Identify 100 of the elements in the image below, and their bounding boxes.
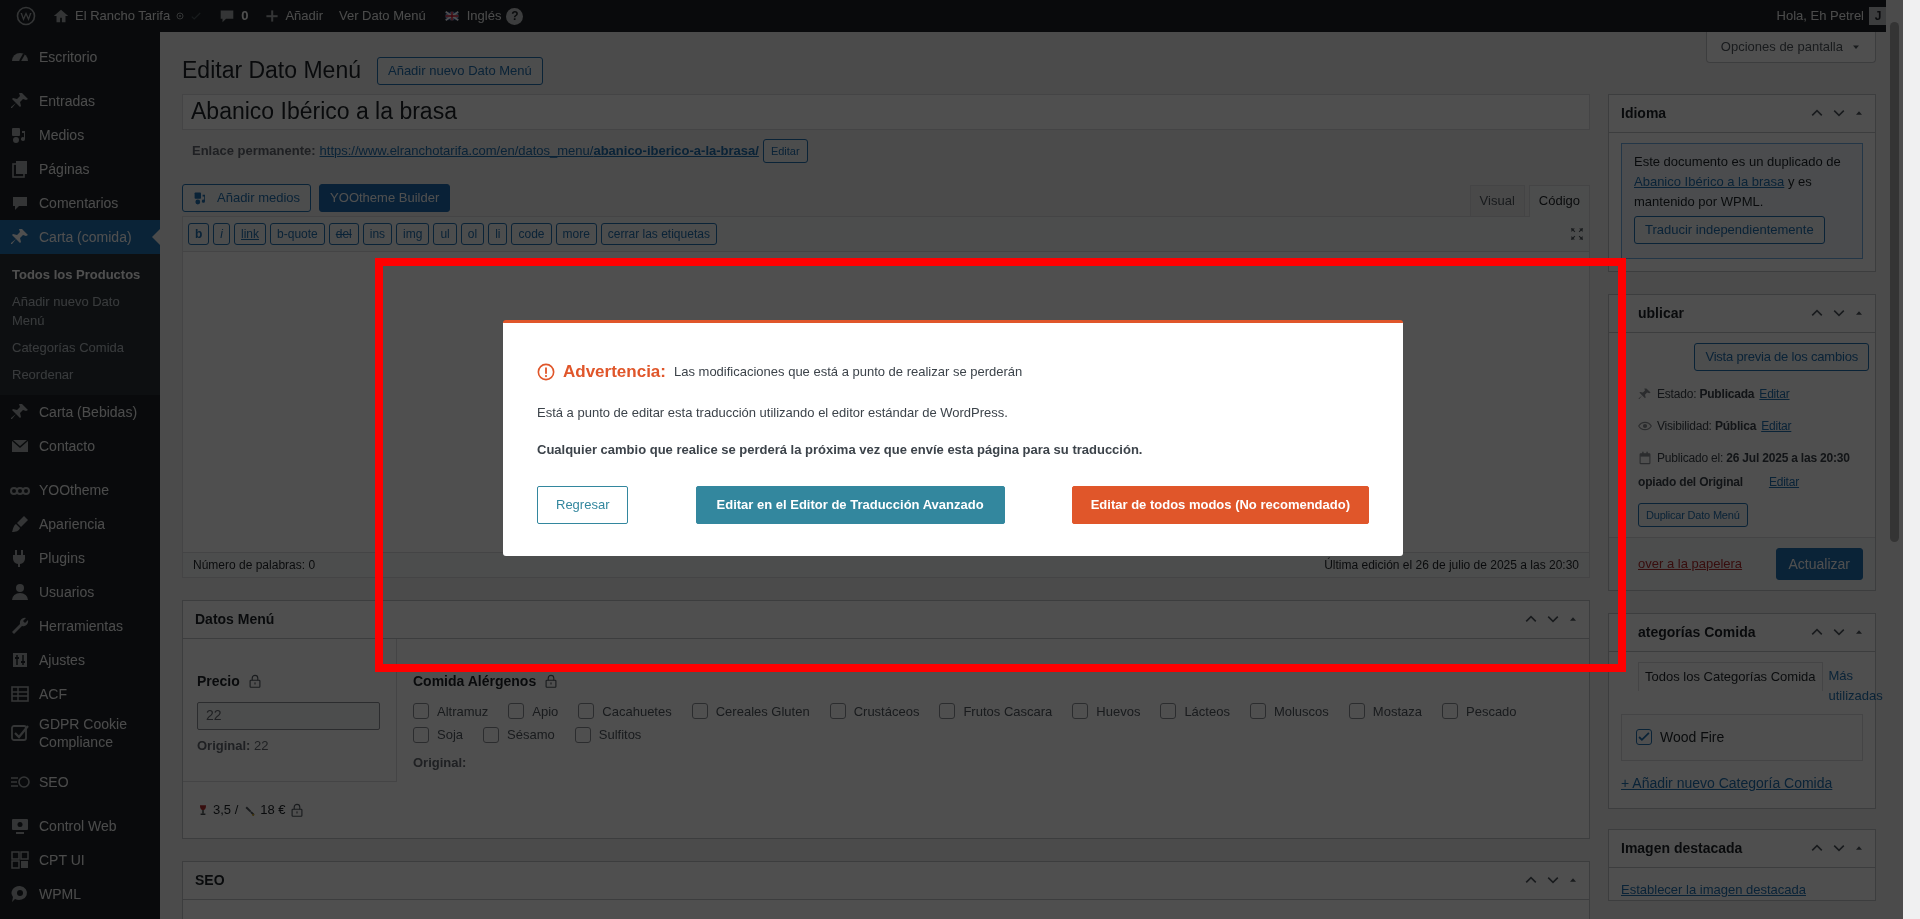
quicktag-button[interactable]: li: [488, 222, 508, 245]
quicktag-button[interactable]: i: [213, 222, 230, 245]
add-media-button[interactable]: Añadir medios: [182, 183, 312, 212]
quicktag-button[interactable]: link: [234, 222, 267, 245]
quicktag-button[interactable]: ins: [362, 222, 393, 245]
greeting[interactable]: Hola, Eh Petrel: [1776, 6, 1864, 26]
checkbox[interactable]: [413, 703, 429, 720]
language-switcher[interactable]: Inglés: [466, 6, 502, 26]
help-icon[interactable]: ?: [506, 7, 524, 25]
sidebar-item[interactable]: Medios: [0, 118, 160, 152]
notice-text: Este documento es un duplicado de Abanico Ibérico a la brasa y es mantenido por WPML.: [1634, 152, 1842, 211]
view-link[interactable]: Ver Dato Menú: [338, 6, 426, 26]
quicktag-button[interactable]: img: [396, 222, 430, 245]
duplicate-button[interactable]: Duplicar Dato Menú: [1638, 502, 1748, 527]
quicktag-button[interactable]: del: [328, 222, 359, 245]
box-title: Idioma: [1621, 103, 1668, 123]
sidebar-item[interactable]: Ajustes: [0, 643, 160, 677]
advanced-editor-button[interactable]: Editar en el Editor de Traducción Avanzado: [695, 485, 1005, 524]
edit-permalink-button[interactable]: Editar: [762, 138, 808, 163]
sliders-icon: [10, 650, 30, 670]
back-button[interactable]: Regresar: [537, 485, 629, 524]
box-title: Datos Menú: [195, 609, 276, 629]
submenu-item[interactable]: Todos los Productos: [0, 261, 160, 288]
featured-image-link[interactable]: Establecer la imagen destacada: [1621, 881, 1806, 897]
dialog-text: Está a punto de editar esta traducción utilizando el editor estándar de WordPress.: [537, 403, 1009, 422]
edit-anyway-button[interactable]: Editar de todos modos (No recomendado): [1071, 485, 1369, 524]
sidebar-item[interactable]: Plugins: [0, 541, 160, 575]
edit-link[interactable]: Editar: [1761, 416, 1792, 435]
builder-button[interactable]: YOOtheme Builder: [319, 183, 451, 212]
original-link[interactable]: Abanico Ibérico a la brasa: [1634, 173, 1785, 189]
edit-link[interactable]: Editar: [1759, 384, 1790, 403]
translate-button[interactable]: Traducir independientemente: [1634, 215, 1825, 244]
permalink-link[interactable]: https://www.elranchotarifa.com/en/datos_menu/abanico-iberico-a-la-brasa/: [319, 140, 759, 161]
warning-text: Las modificaciones que está a punto de realizar se perderán: [674, 363, 1023, 381]
speech-bubble-icon: [10, 884, 30, 904]
plus-icon[interactable]: [264, 8, 281, 24]
quicktag-button[interactable]: cerrar las etiquetas: [600, 222, 717, 245]
checkbox[interactable]: [1348, 703, 1365, 720]
site-link[interactable]: El Rancho Tarifa: [75, 6, 171, 26]
editor-tab[interactable]: Código: [1528, 185, 1590, 217]
checkbox[interactable]: [1249, 703, 1266, 720]
pin-icon: [1638, 386, 1652, 401]
sidebar-item[interactable]: Carta (Bebidas): [0, 395, 160, 429]
quicktag-button[interactable]: b: [188, 222, 210, 245]
lock-icon: [544, 674, 559, 688]
box-title: Imagen destacada: [1621, 838, 1744, 858]
checkbox[interactable]: [1160, 703, 1177, 720]
checkbox[interactable]: [829, 703, 846, 720]
checkbox-label: Wood Fire: [1660, 727, 1725, 747]
title-field[interactable]: Abanico Ibérico a la brasa: [182, 93, 1590, 130]
logo-icon[interactable]: [16, 6, 36, 26]
sidebar-item[interactable]: Contacto: [0, 429, 160, 463]
checkbox[interactable]: [578, 703, 595, 720]
sidebar-item[interactable]: WPML: [0, 877, 160, 911]
dialog-text: Cualquier cambio que realice se perderá la próxima vez que envíe esta página para su traducción.: [537, 441, 1144, 459]
sidebar-item[interactable]: Entradas: [0, 84, 160, 118]
fullscreen-icon[interactable]: [1570, 226, 1584, 241]
sidebar-item[interactable]: YOOtheme: [0, 473, 160, 507]
new-link[interactable]: Añadir: [285, 6, 323, 26]
add-new-button[interactable]: Añadir nuevo Dato Menú: [377, 56, 543, 85]
box-title: SEO: [195, 870, 226, 890]
checkbox[interactable]: [574, 726, 591, 743]
quicktag-button[interactable]: code: [511, 222, 552, 245]
update-button[interactable]: Actualizar: [1775, 547, 1863, 580]
brush-icon: [10, 514, 30, 534]
checkbox[interactable]: [508, 703, 525, 720]
sidebar-item[interactable]: Herramientas: [0, 609, 160, 643]
warning-icon: [537, 362, 555, 381]
sidebar-item[interactable]: Usuarios: [0, 575, 160, 609]
sidebar-item[interactable]: Carta (comida): [0, 220, 160, 254]
add-category-link[interactable]: + Añadir nuevo Categoría Comida: [1621, 774, 1833, 791]
quicktag-button[interactable]: ol: [460, 222, 485, 245]
wrench-icon: [10, 616, 30, 636]
checkbox[interactable]: [1442, 703, 1458, 720]
lock-icon: [247, 674, 262, 688]
checkbox[interactable]: [939, 703, 956, 720]
grid-icon: [10, 850, 30, 870]
trash-link[interactable]: over a la papelera: [1638, 553, 1743, 574]
checkbox[interactable]: [1636, 729, 1652, 745]
checkbox[interactable]: [483, 726, 500, 743]
sidebar-item[interactable]: Control Web: [0, 809, 160, 843]
sidebar-item[interactable]: GDPR Cookie Compliance: [0, 711, 160, 755]
quicktag-button[interactable]: ul: [433, 222, 457, 245]
quicktag-button[interactable]: b-quote: [270, 222, 325, 245]
sidebar-item[interactable]: CPT UI: [0, 843, 160, 877]
sidebar-item[interactable]: ACF: [0, 677, 160, 711]
preview-button[interactable]: Vista previa de los cambios: [1694, 342, 1869, 371]
category-tab[interactable]: Más utilizadas: [1828, 661, 1883, 706]
home-icon[interactable]: [52, 7, 70, 25]
checkbox[interactable]: [691, 703, 708, 720]
edit-link[interactable]: Editar: [1768, 472, 1800, 491]
sidebar-item[interactable]: Páginas: [0, 152, 160, 186]
sidebar-item[interactable]: SEO: [0, 765, 160, 799]
checkbox[interactable]: [1072, 703, 1089, 720]
sidebar-item[interactable]: Apariencia: [0, 507, 160, 541]
sidebar-item[interactable]: Escritorio: [0, 40, 160, 74]
category-tab[interactable]: Todos los Categorías Comida: [1638, 661, 1823, 691]
checkbox[interactable]: [413, 726, 429, 743]
quicktag-button[interactable]: more: [555, 222, 597, 245]
sidebar-item[interactable]: Comentarios: [0, 186, 160, 220]
